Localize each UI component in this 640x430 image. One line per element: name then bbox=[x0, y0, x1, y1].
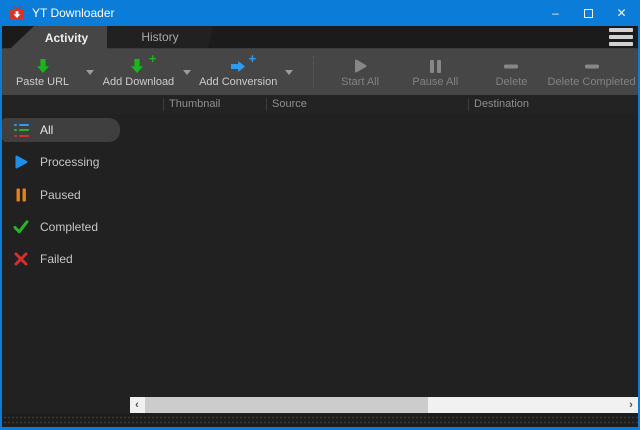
delete-button[interactable]: Delete bbox=[480, 49, 543, 95]
pause-all-label: Pause All bbox=[412, 76, 458, 88]
pause-icon bbox=[426, 57, 444, 75]
delete-completed-button[interactable]: Delete Completed bbox=[545, 49, 638, 95]
minus-icon bbox=[502, 57, 520, 75]
horizontal-scrollbar[interactable]: ‹ › bbox=[130, 397, 638, 413]
sidebar-item-completed[interactable]: Completed bbox=[2, 215, 130, 239]
play-icon bbox=[351, 57, 369, 75]
sidebar-item-label: Failed bbox=[40, 252, 73, 266]
scrollbar-thumb[interactable] bbox=[145, 397, 428, 413]
titlebar: YT Downloader – ✕ bbox=[2, 0, 638, 26]
green-check-icon bbox=[13, 219, 29, 235]
sidebar-item-paused[interactable]: Paused bbox=[2, 183, 130, 207]
chevron-down-icon bbox=[86, 70, 94, 75]
start-all-label: Start All bbox=[341, 76, 379, 88]
hamburger-bar bbox=[609, 42, 633, 46]
sidebar-item-label: All bbox=[40, 123, 53, 137]
minimize-button[interactable]: – bbox=[539, 0, 572, 26]
toolbar: Paste URL + Add Download + Add Conversio… bbox=[2, 48, 638, 95]
window-controls: – ✕ bbox=[539, 0, 638, 26]
window-title: YT Downloader bbox=[32, 6, 115, 20]
column-source[interactable]: Source bbox=[272, 95, 307, 114]
add-conversion-dropdown-button[interactable] bbox=[279, 49, 300, 95]
hamburger-bar bbox=[609, 35, 633, 39]
scroll-right-button[interactable]: › bbox=[624, 397, 638, 413]
hamburger-menu-icon[interactable] bbox=[609, 28, 633, 46]
column-separator bbox=[163, 98, 164, 111]
sidebar-item-label: Completed bbox=[40, 220, 98, 234]
sidebar-item-failed[interactable]: Failed bbox=[2, 247, 130, 271]
column-destination[interactable]: Destination bbox=[474, 95, 529, 114]
column-thumbnail[interactable]: Thumbnail bbox=[169, 95, 220, 114]
paste-url-button[interactable]: Paste URL bbox=[6, 49, 79, 95]
start-all-button[interactable]: Start All bbox=[327, 49, 392, 95]
tab-history[interactable]: History bbox=[107, 26, 213, 48]
maximize-button[interactable] bbox=[572, 0, 605, 26]
add-conversion-label: Add Conversion bbox=[199, 76, 277, 88]
sidebar-item-label: Paused bbox=[40, 188, 81, 202]
app-window: YT Downloader – ✕ Activity History Paste… bbox=[0, 0, 640, 430]
green-down-arrow-icon bbox=[34, 57, 52, 75]
pause-all-button[interactable]: Pause All bbox=[401, 49, 470, 95]
delete-completed-label: Delete Completed bbox=[548, 76, 636, 88]
close-button[interactable]: ✕ bbox=[605, 0, 638, 26]
plus-icon: + bbox=[149, 53, 157, 65]
paste-url-label: Paste URL bbox=[16, 76, 69, 88]
minus-icon bbox=[583, 57, 601, 75]
green-down-arrow-plus-icon: + bbox=[129, 57, 147, 75]
colored-list-icon bbox=[13, 122, 29, 138]
add-download-button[interactable]: + Add Download bbox=[100, 49, 177, 95]
sidebar-item-processing[interactable]: Processing bbox=[2, 150, 130, 174]
app-logo-icon bbox=[9, 6, 25, 21]
blue-right-arrow-plus-icon: + bbox=[229, 57, 247, 75]
blue-play-icon bbox=[13, 154, 29, 170]
list-column-header: Thumbnail Source Destination bbox=[2, 95, 638, 114]
status-bar bbox=[2, 413, 638, 427]
delete-label: Delete bbox=[496, 76, 528, 88]
download-list-area: All Processing Paused Completed bbox=[2, 114, 638, 413]
sidebar-item-label: Processing bbox=[40, 155, 99, 169]
maximize-icon bbox=[584, 9, 593, 18]
chevron-down-icon bbox=[183, 70, 191, 75]
column-separator bbox=[266, 98, 267, 111]
tab-activity[interactable]: Activity bbox=[10, 26, 107, 49]
tab-bar: Activity History bbox=[2, 26, 638, 48]
hamburger-bar bbox=[609, 28, 633, 32]
toolbar-separator bbox=[313, 56, 314, 88]
add-download-label: Add Download bbox=[103, 76, 175, 88]
column-separator bbox=[468, 98, 469, 111]
scroll-left-button[interactable]: ‹ bbox=[130, 397, 144, 413]
add-download-dropdown-button[interactable] bbox=[177, 49, 198, 95]
red-x-icon bbox=[13, 251, 29, 267]
filter-sidebar: All Processing Paused Completed bbox=[2, 114, 130, 413]
orange-pause-icon bbox=[13, 187, 29, 203]
chevron-down-icon bbox=[285, 70, 293, 75]
paste-url-dropdown-button[interactable] bbox=[79, 49, 100, 95]
add-conversion-button[interactable]: + Add Conversion bbox=[198, 49, 279, 95]
sidebar-item-all[interactable]: All bbox=[2, 118, 120, 142]
plus-icon: + bbox=[249, 53, 257, 65]
